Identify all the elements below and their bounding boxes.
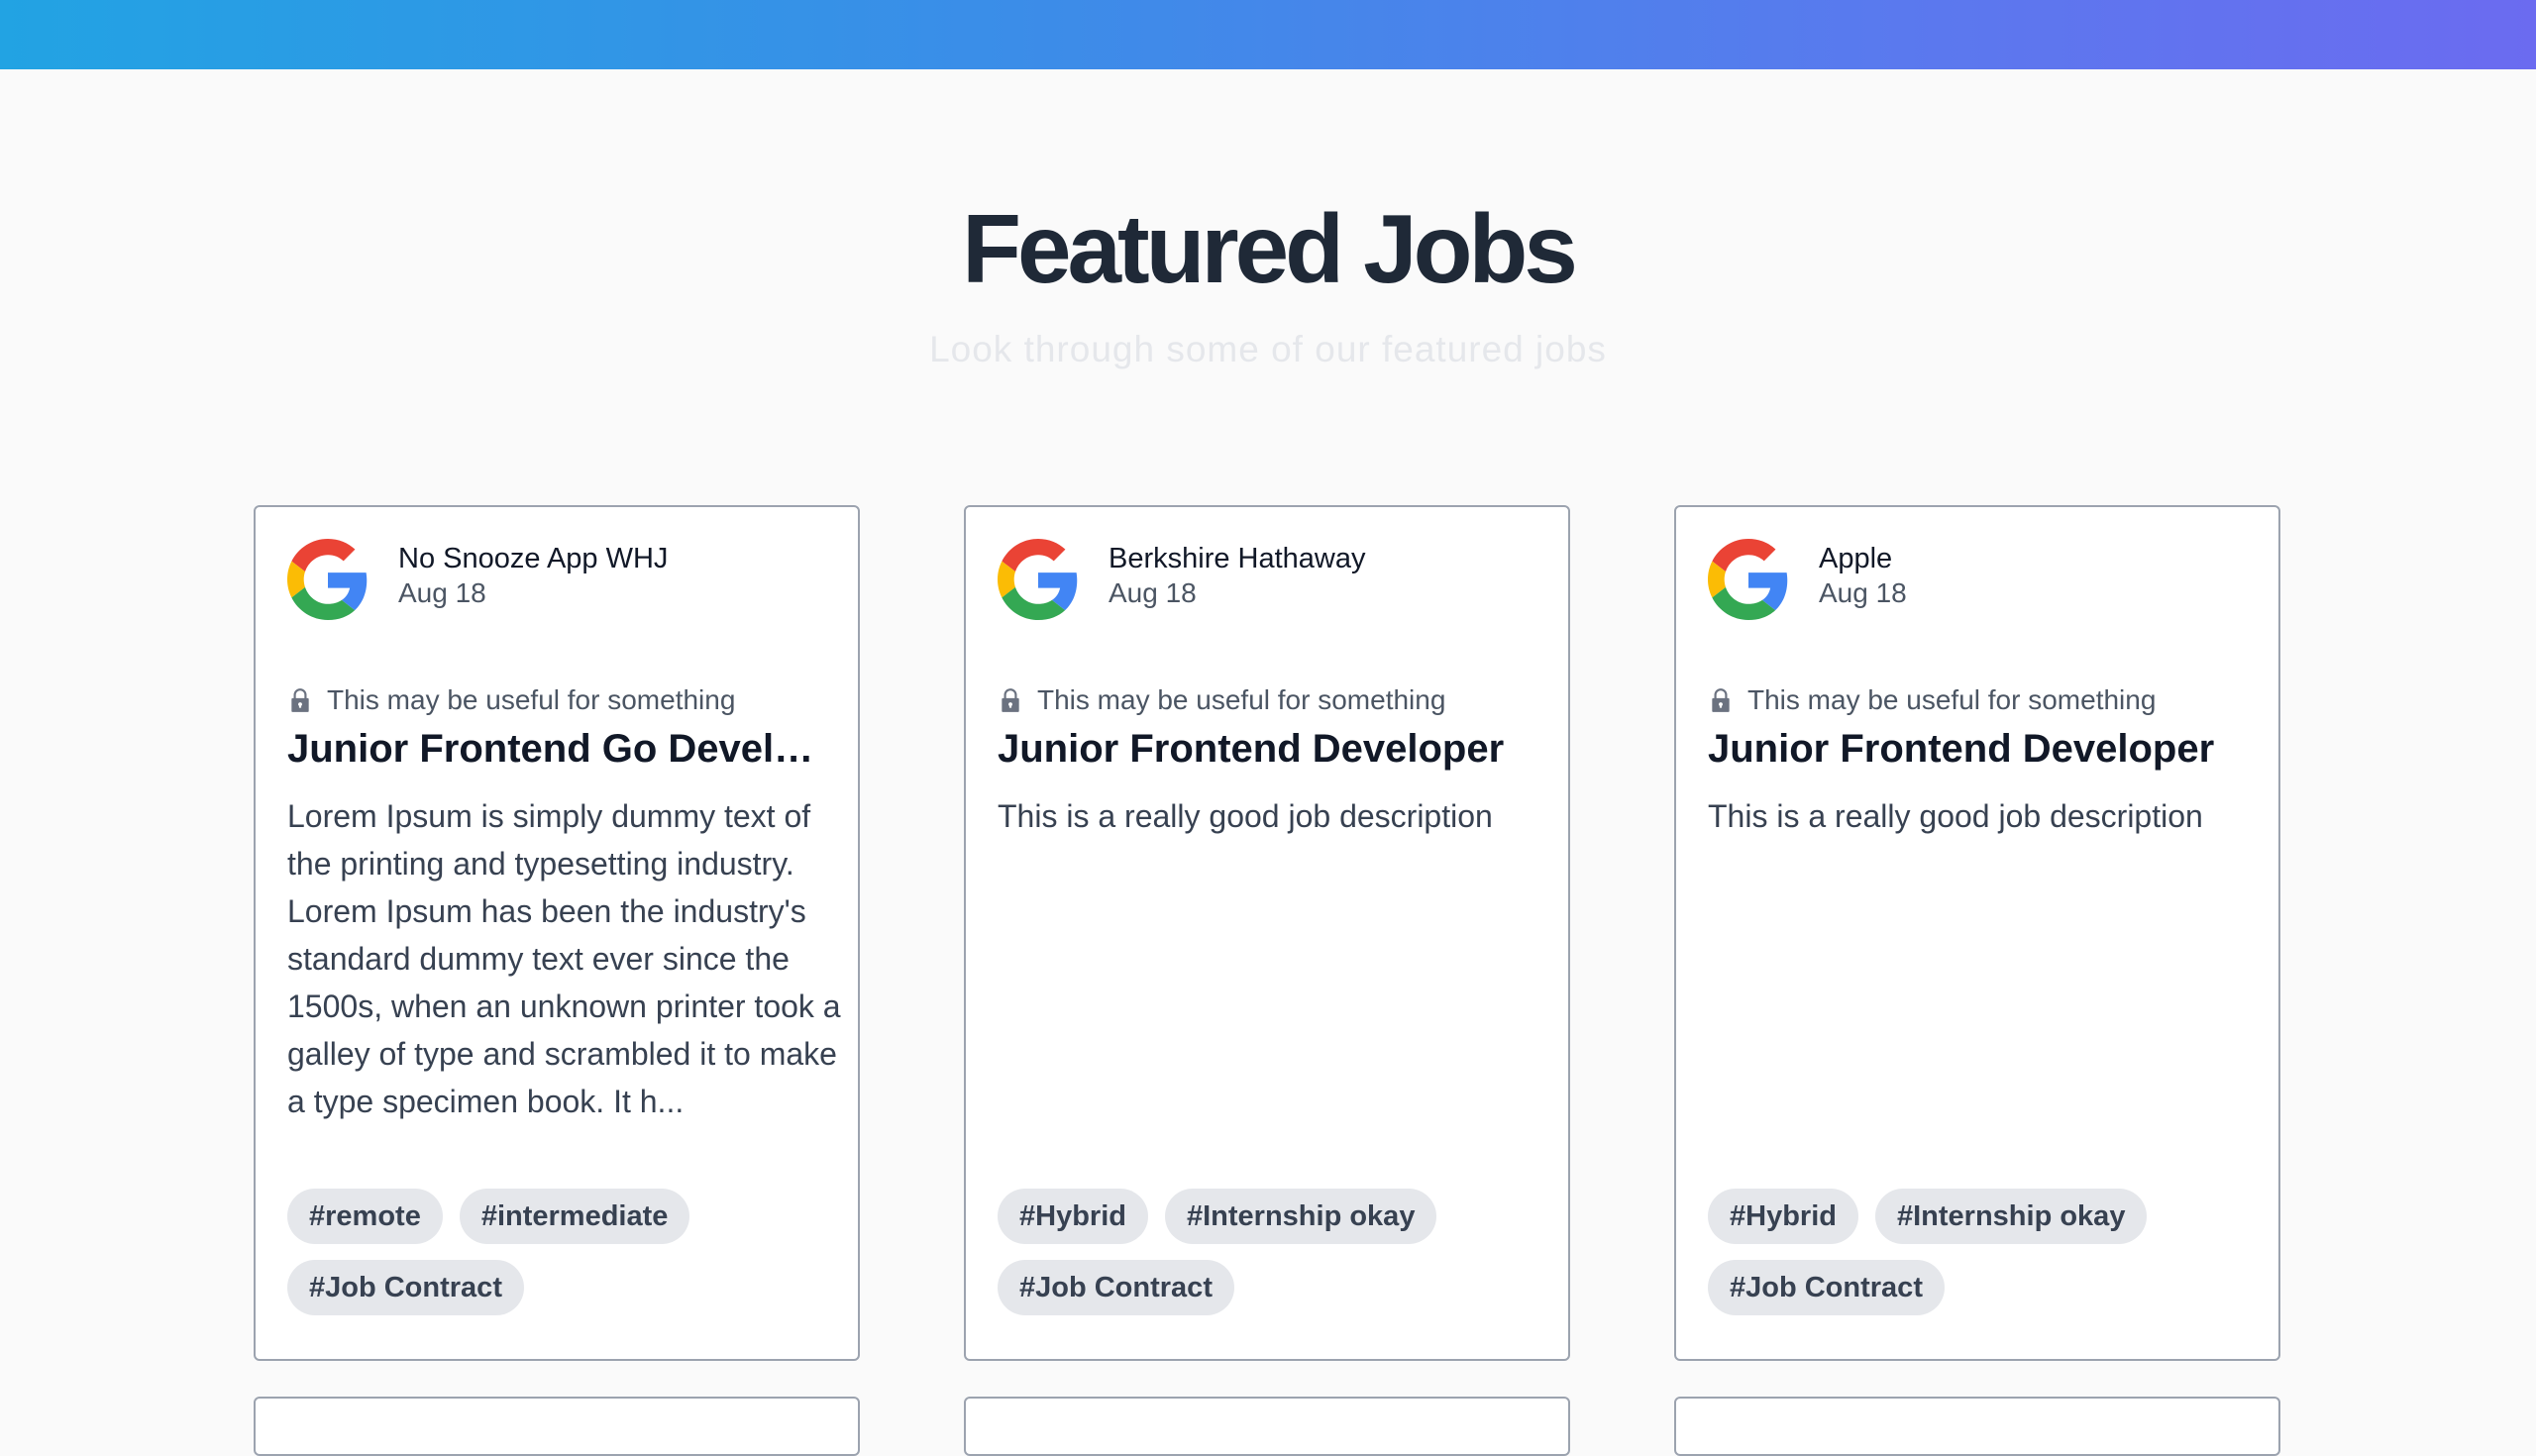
job-note-text: This may be useful for something [1747,684,2157,715]
job-card[interactable] [1674,1397,2280,1456]
job-tags: #Hybrid #Internship okay #Job Contract [998,1189,1552,1315]
job-note: This may be useful for something [1708,683,2156,717]
job-tag[interactable]: #remote [287,1189,443,1244]
job-card[interactable]: Apple Aug 18 This may be useful for some… [1674,505,2280,1361]
company-name: Berkshire Hathaway [1109,543,1366,574]
lock-icon [1712,688,1730,712]
posted-date: Aug 18 [398,577,486,608]
job-tag[interactable]: #Internship okay [1874,1189,2148,1244]
top-gradient-bar [0,0,2536,69]
company-name: Apple [1819,543,1893,574]
job-description: This is a really good job description [1708,798,2203,834]
job-note-text: This may be useful for something [327,684,736,715]
job-tag[interactable]: #Job Contract [287,1260,524,1315]
job-title[interactable]: Junior Frontend Go Developer [287,723,830,775]
job-title[interactable]: Junior Frontend Developer [998,723,1540,775]
google-logo-icon [1708,539,1788,620]
job-tag[interactable]: #Job Contract [998,1260,1234,1315]
job-tag[interactable]: #Internship okay [1164,1189,1437,1244]
google-logo-icon [287,539,368,620]
job-card[interactable]: No Snooze App WHJ Aug 18 This may be use… [254,505,860,1361]
job-card-grid: No Snooze App WHJ Aug 18 This may be use… [254,505,2282,1456]
job-description: This is a really good job description [998,798,1493,834]
job-note-text: This may be useful for something [1037,684,1446,715]
job-note: This may be useful for something [287,683,735,717]
job-note: This may be useful for something [998,683,1445,717]
page-subtitle: Look through some of our featured jobs [929,329,1607,369]
job-tag[interactable]: #Job Contract [1708,1260,1945,1315]
posted-date: Aug 18 [1109,577,1197,608]
job-tag[interactable]: #intermediate [459,1189,690,1244]
job-tags: #Hybrid #Internship okay #Job Contract [1708,1189,2263,1315]
job-description: Lorem Ipsum is simply dummy text of the … [287,798,841,1119]
job-card[interactable]: Berkshire Hathaway Aug 18 This may be us… [964,505,1570,1361]
posted-date: Aug 18 [1819,577,1907,608]
job-card[interactable] [254,1397,860,1456]
lock-icon [1002,688,1019,712]
job-tag[interactable]: #Hybrid [998,1189,1148,1244]
lock-icon [291,688,309,712]
job-tags: #remote #intermediate #Job Contract [287,1189,842,1315]
google-logo-icon [998,539,1078,620]
job-title[interactable]: Junior Frontend Developer [1708,723,2251,775]
job-tag[interactable]: #Hybrid [1708,1189,1858,1244]
company-name: No Snooze App WHJ [398,543,669,574]
job-card[interactable] [964,1397,1570,1456]
page-title: Featured Jobs [962,194,1578,303]
